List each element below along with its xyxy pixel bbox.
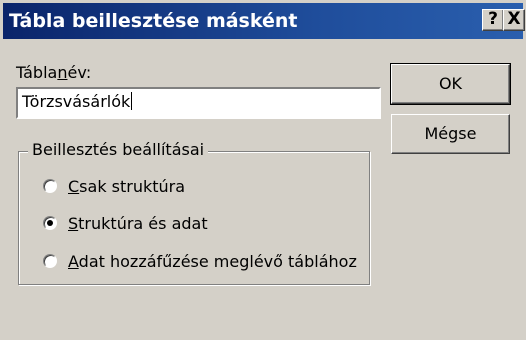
radio-button-selected-icon[interactable] [43, 216, 57, 230]
table-name-input[interactable]: Törzsvásárlók [16, 87, 381, 119]
help-button[interactable]: ? [482, 9, 504, 31]
radio-button-icon[interactable] [43, 254, 57, 268]
radio-structure-and-data-label: Struktúra és adat [68, 213, 208, 233]
radio-dot-icon [47, 220, 53, 226]
paste-options-group-label: Beillesztés beállításai [28, 140, 209, 159]
radio-append-to-existing-table[interactable]: Adat hozzáfűzése meglévő táblához [43, 250, 357, 272]
table-name-label: Táblanév: [16, 63, 92, 82]
title-bar[interactable]: Tábla beillesztése másként ? X [3, 3, 525, 39]
ok-button[interactable]: OK [390, 63, 511, 105]
paste-table-as-dialog: Tábla beillesztése másként ? X Táblanév:… [0, 0, 526, 340]
table-name-value: Törzsvásárlók [22, 92, 131, 111]
dialog-title: Tábla beillesztése másként [9, 10, 298, 32]
radio-append-label: Adat hozzáfűzése meglévő táblához [68, 251, 357, 271]
cancel-button[interactable]: Mégse [391, 114, 510, 154]
radio-structure-and-data[interactable]: Struktúra és adat [43, 212, 208, 234]
radio-structure-only[interactable]: Csak struktúra [43, 175, 185, 197]
text-caret [131, 92, 133, 110]
radio-button-icon[interactable] [43, 179, 57, 193]
radio-structure-only-label: Csak struktúra [68, 176, 186, 196]
close-button[interactable]: X [503, 9, 525, 31]
